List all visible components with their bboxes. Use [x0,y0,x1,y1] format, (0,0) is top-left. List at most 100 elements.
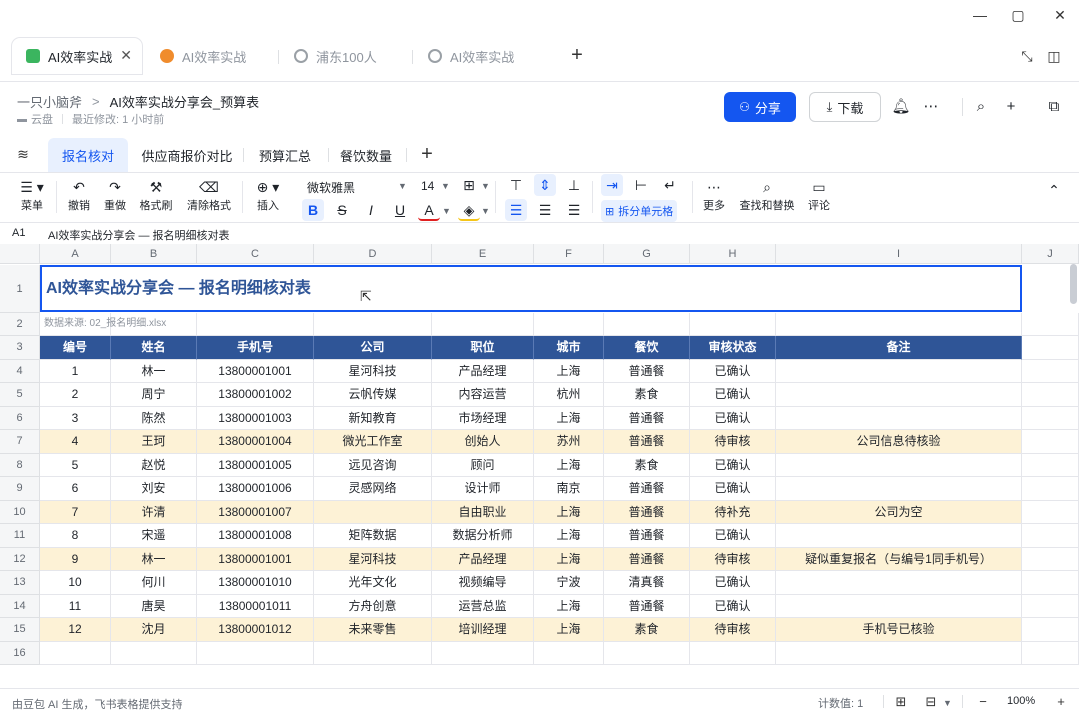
table-cell[interactable] [314,500,432,524]
tab-pudong[interactable]: 浦东100人 [280,38,410,74]
align-top-icon[interactable]: ⊤ [505,174,527,196]
table-cell[interactable]: 产品经理 [432,547,534,571]
table-cell[interactable]: 培训经理 [432,618,534,642]
table-cell[interactable] [776,406,1022,430]
table-header-cell[interactable]: 姓名 [111,336,197,360]
table-cell[interactable]: 上海 [534,524,604,548]
strikethrough-icon[interactable]: S [331,199,353,221]
table-cell[interactable]: 运营总监 [432,594,534,618]
tab-ai-efficiency-2[interactable]: AI效率实战 [146,38,276,74]
table-cell[interactable]: 上海 [534,406,604,430]
row-header-5[interactable]: 5 [0,383,40,407]
table-cell[interactable]: 未来零售 [314,618,432,642]
table-cell[interactable]: 市场经理 [432,406,534,430]
table-cell[interactable] [776,571,1022,595]
table-cell[interactable]: 上海 [534,500,604,524]
column-header-c[interactable]: C [197,244,314,264]
table-cell[interactable]: 素食 [604,453,690,477]
table-cell[interactable]: 13800001011 [197,594,314,618]
table-cell[interactable]: 顾问 [432,453,534,477]
grid-view-icon[interactable]: ⊞ [892,693,910,711]
table-cell[interactable]: 1 [40,359,111,383]
row-header-2[interactable]: 2 [0,313,40,336]
column-header-b[interactable]: B [111,244,197,264]
table-cell[interactable]: 13800001007 [197,500,314,524]
source-note-cell[interactable]: 数据来源: 02_报名明细.xlsx [44,314,166,329]
grid-cell[interactable] [604,641,690,665]
table-cell[interactable]: 待审核 [690,547,776,571]
table-cell[interactable]: 5 [40,453,111,477]
align-middle-icon[interactable]: ⇕ [534,174,556,196]
table-header-cell[interactable]: 餐饮 [604,336,690,360]
menu-button[interactable]: ☰ ▾ 菜单 [14,177,50,213]
new-tab-icon[interactable]: + [566,44,588,66]
table-cell[interactable]: 上海 [534,359,604,383]
grid-cell[interactable] [1022,641,1079,665]
sheet-tab-catering[interactable]: 餐饮数量 [332,138,400,172]
grid-cell[interactable] [1022,313,1079,336]
grid-cell[interactable] [1022,500,1079,524]
bell-icon[interactable]: 🔔︎ [891,97,911,117]
table-cell[interactable]: 待补充 [690,500,776,524]
add-sheet-icon[interactable]: + [416,143,438,166]
vertical-scrollbar[interactable] [1070,264,1077,304]
table-cell[interactable]: 11 [40,594,111,618]
table-cell[interactable]: 已确认 [690,453,776,477]
row-header-12[interactable]: 12 [0,547,40,571]
table-cell[interactable]: 7 [40,500,111,524]
table-cell[interactable]: 13800001005 [197,453,314,477]
table-cell[interactable]: 产品经理 [432,359,534,383]
table-cell[interactable]: 普通餐 [604,359,690,383]
font-size-select[interactable]: 14 [421,179,434,193]
column-header-j[interactable]: J [1022,244,1079,264]
table-cell[interactable]: 普通餐 [604,477,690,501]
column-header-g[interactable]: G [604,244,690,264]
table-cell[interactable]: 已确认 [690,477,776,501]
table-cell[interactable]: 10 [40,571,111,595]
table-cell[interactable]: 已确认 [690,406,776,430]
location-label[interactable]: 云盘 [31,111,53,127]
table-cell[interactable]: 3 [40,406,111,430]
table-cell[interactable]: 13800001012 [197,618,314,642]
column-header-f[interactable]: F [534,244,604,264]
table-cell[interactable] [776,594,1022,618]
table-cell[interactable] [776,524,1022,548]
table-cell[interactable]: 4 [40,430,111,454]
table-cell[interactable]: 9 [40,547,111,571]
clear-format-button[interactable]: ⌫ 清除格式 [184,177,234,213]
row-header-6[interactable]: 6 [0,406,40,430]
table-cell[interactable]: 12 [40,618,111,642]
table-cell[interactable]: 手机号已核验 [776,618,1022,642]
row-header-10[interactable]: 10 [0,500,40,524]
table-cell[interactable]: 待审核 [690,618,776,642]
grid-cell[interactable] [1022,453,1079,477]
text-color-icon[interactable]: A [418,199,440,221]
text-clip-icon[interactable]: ⊢ [630,174,652,196]
grid-cell[interactable] [432,641,534,665]
table-cell[interactable]: 杭州 [534,383,604,407]
grid-cell[interactable] [776,641,1022,665]
grid-cell[interactable] [40,641,111,665]
font-family-select[interactable]: 微软雅黑 [307,179,355,196]
freeze-icon[interactable]: ⊟ [922,693,940,711]
table-cell[interactable]: 上海 [534,453,604,477]
undo-button[interactable]: ↶ 撤销 [64,177,94,213]
table-cell[interactable]: 视频编导 [432,571,534,595]
table-cell[interactable]: 赵悦 [111,453,197,477]
align-left-icon[interactable]: ☰ [505,199,527,221]
corner-cell[interactable] [0,244,40,264]
more-icon[interactable]: ⋯ [921,97,941,117]
table-cell[interactable]: 8 [40,524,111,548]
search-icon[interactable]: ⌕ [971,97,991,117]
table-cell[interactable] [776,383,1022,407]
unmerge-cells-button[interactable]: ⊞ 拆分单元格 [601,200,678,222]
grid-cell[interactable] [690,313,776,336]
table-cell[interactable]: 矩阵数据 [314,524,432,548]
underline-icon[interactable]: U [389,199,411,221]
table-cell[interactable]: 光年文化 [314,571,432,595]
table-cell[interactable]: 已确认 [690,594,776,618]
column-header-i[interactable]: I [776,244,1022,264]
open-external-icon[interactable]: ⧉ [1044,97,1064,117]
cell-reference[interactable]: A1 [12,227,25,239]
table-cell[interactable]: 何川 [111,571,197,595]
